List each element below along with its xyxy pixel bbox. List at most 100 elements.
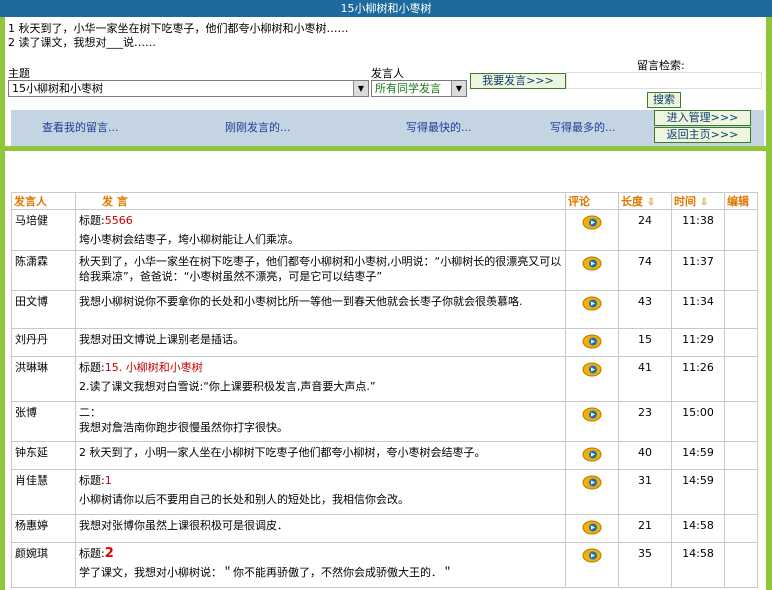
- poster-label: 发言人: [371, 67, 404, 80]
- row-text: 垮小枣树会结枣子，垮小柳树能让人们乘凉。: [79, 233, 299, 246]
- header-edit: 编辑: [724, 192, 758, 210]
- row-edit-cell: [724, 401, 758, 442]
- subject-select[interactable]: 15小柳树和小枣树 ▼: [8, 80, 369, 97]
- comment-icon[interactable]: [582, 362, 602, 377]
- header-time[interactable]: 时间 ⇩: [671, 192, 725, 210]
- row-author: 肖佳慧: [11, 469, 76, 515]
- comment-icon[interactable]: [582, 548, 602, 563]
- row-author: 刘丹丹: [11, 328, 76, 357]
- row-title-label: 标题:: [79, 474, 105, 487]
- table-row: 陈潇霖 秋天到了，小华一家坐在树下吃枣子，他们都夸小柳树和小枣树,小明说：“小柳树…: [11, 250, 758, 291]
- row-text: 2 秋天到了，小明一家人坐在小柳树下吃枣子他们都夸小柳树，夸小枣树会结枣子。: [79, 446, 486, 459]
- search-input[interactable]: [566, 72, 762, 89]
- row-edit-cell: [724, 328, 758, 357]
- row-comment-cell: [565, 542, 619, 588]
- header-comment: 评论: [565, 192, 619, 210]
- row-comment-cell: [565, 290, 619, 329]
- row-content: 标题:5566 垮小枣树会结枣子，垮小柳树能让人们乘凉。: [75, 209, 566, 251]
- row-title: 标题:15. 小柳树和小枣树: [79, 360, 562, 375]
- row-content: 标题:2 学了课文，我想对小柳树说：＂你不能再骄傲了，不然你会成骄傲大王的．＂: [75, 542, 566, 588]
- search-label: 留言检索:: [637, 59, 685, 72]
- row-edit-cell: [724, 290, 758, 329]
- row-author: 钟东延: [11, 441, 76, 470]
- header-content: 发 言: [75, 192, 566, 210]
- comment-icon[interactable]: [582, 296, 602, 311]
- row-edit-cell: [724, 469, 758, 515]
- comment-icon[interactable]: [582, 520, 602, 535]
- topic-description: 1 秋天到了，小华一家坐在树下吃枣子，他们都夸小柳树和小枣树…… 2 读了课文，…: [8, 22, 349, 50]
- row-author: 田文博: [11, 290, 76, 329]
- nav-fastest-link[interactable]: 写得最快的...: [406, 119, 472, 135]
- row-title: 标题:1: [79, 473, 562, 488]
- header-author: 发言人: [11, 192, 76, 210]
- row-comment-cell: [565, 328, 619, 357]
- row-comment-cell: [565, 401, 619, 442]
- row-comment-cell: [565, 514, 619, 543]
- sort-arrow-icon[interactable]: ⇩: [647, 197, 655, 208]
- row-length: 15: [618, 328, 672, 357]
- row-text: 小柳树请你以后不要用自己的长处和别人的短处比，我相信你会改。: [79, 493, 409, 506]
- row-title-value: 2: [104, 546, 114, 561]
- chevron-down-icon[interactable]: ▼: [451, 81, 466, 96]
- table-row: 刘丹丹 我想对田文博说上课别老是插话。 15 11:29: [11, 328, 758, 357]
- row-title-value: 1: [104, 474, 112, 487]
- row-text: 二： 我想对詹浩南你跑步很慢虽然你打字很快。: [79, 406, 288, 434]
- header-length[interactable]: 长度 ⇩: [618, 192, 672, 210]
- row-time: 14:59: [671, 441, 725, 470]
- comment-icon[interactable]: [582, 215, 602, 230]
- row-time: 11:37: [671, 250, 725, 291]
- admin-button[interactable]: 进入管理>>>: [654, 110, 751, 126]
- table-row: 马培健 标题:5566 垮小枣树会结枣子，垮小柳树能让人们乘凉。 24 11:38: [11, 209, 758, 251]
- subject-label: 主题: [8, 67, 30, 80]
- row-length: 40: [618, 441, 672, 470]
- row-comment-cell: [565, 250, 619, 291]
- search-button[interactable]: 搜索: [647, 92, 681, 108]
- topic-line-1: 1 秋天到了，小华一家坐在树下吃枣子，他们都夸小柳树和小枣树……: [8, 22, 349, 35]
- row-text: 我想小柳树说你不要拿你的长处和小枣树比所一等他一到春天他就会长枣子你就会很羡慕咯…: [79, 295, 523, 308]
- sort-arrow-icon[interactable]: ⇩: [700, 197, 708, 208]
- comment-icon[interactable]: [582, 334, 602, 349]
- row-title-value: 15. 小柳树和小枣树: [104, 361, 203, 374]
- row-text: 我想对田文博说上课别老是插话。: [79, 333, 244, 346]
- row-author: 马培健: [11, 209, 76, 251]
- row-edit-cell: [724, 542, 758, 588]
- row-author: 颜婉琪: [11, 542, 76, 588]
- table-row: 张博 二： 我想对詹浩南你跑步很慢虽然你打字很快。 23 15:00: [11, 401, 758, 442]
- row-text: 我想对张博你虽然上课很积极可是很调皮．: [79, 519, 288, 532]
- nav-bar: 查看我的留言... 刚刚发言的... 写得最快的... 写得最多的...: [11, 110, 764, 146]
- nav-longest-link[interactable]: 写得最多的...: [550, 119, 616, 135]
- comment-icon[interactable]: [582, 447, 602, 462]
- row-time: 11:26: [671, 356, 725, 402]
- row-time: 15:00: [671, 401, 725, 442]
- row-text: 2.读了课文我想对白雪说:“你上课要积极发言,声音要大声点.”: [79, 380, 376, 393]
- nav-latest-link[interactable]: 刚刚发言的...: [225, 119, 291, 135]
- row-time: 14:58: [671, 514, 725, 543]
- comment-icon[interactable]: [582, 407, 602, 422]
- row-title-value: 5566: [104, 214, 133, 227]
- row-length: 35: [618, 542, 672, 588]
- row-length: 23: [618, 401, 672, 442]
- table-row: 钟东延 2 秋天到了，小明一家人坐在小柳树下吃枣子他们都夸小柳树，夸小枣树会结枣子…: [11, 441, 758, 470]
- row-content: 我想小柳树说你不要拿你的长处和小枣树比所一等他一到春天他就会长枣子你就会很羡慕咯…: [75, 290, 566, 329]
- row-title-label: 标题:: [79, 547, 105, 560]
- table-row: 田文博 我想小柳树说你不要拿你的长处和小枣树比所一等他一到春天他就会长枣子你就会很…: [11, 290, 758, 329]
- row-edit-cell: [724, 514, 758, 543]
- nav-my-posts-link[interactable]: 查看我的留言...: [42, 119, 119, 135]
- row-title-label: 标题:: [79, 361, 105, 374]
- home-button[interactable]: 返回主页>>>: [654, 127, 751, 143]
- row-time: 11:34: [671, 290, 725, 329]
- row-author: 陈潇霖: [11, 250, 76, 291]
- row-comment-cell: [565, 469, 619, 515]
- subject-select-value: 15小柳树和小枣树: [12, 82, 103, 95]
- poster-select[interactable]: 所有同学发言 ▼: [371, 80, 467, 97]
- comment-icon[interactable]: [582, 475, 602, 490]
- post-message-button[interactable]: 我要发言>>>: [470, 73, 566, 89]
- row-time: 14:59: [671, 469, 725, 515]
- row-title-label: 标题:: [79, 214, 105, 227]
- row-author: 洪琳琳: [11, 356, 76, 402]
- comment-icon[interactable]: [582, 256, 602, 271]
- chevron-down-icon[interactable]: ▼: [353, 81, 368, 96]
- row-text: 秋天到了，小华一家坐在树下吃枣子，他们都夸小柳树和小枣树,小明说：“小柳树长的很…: [79, 255, 562, 283]
- row-length: 31: [618, 469, 672, 515]
- left-frame-border: [0, 0, 5, 590]
